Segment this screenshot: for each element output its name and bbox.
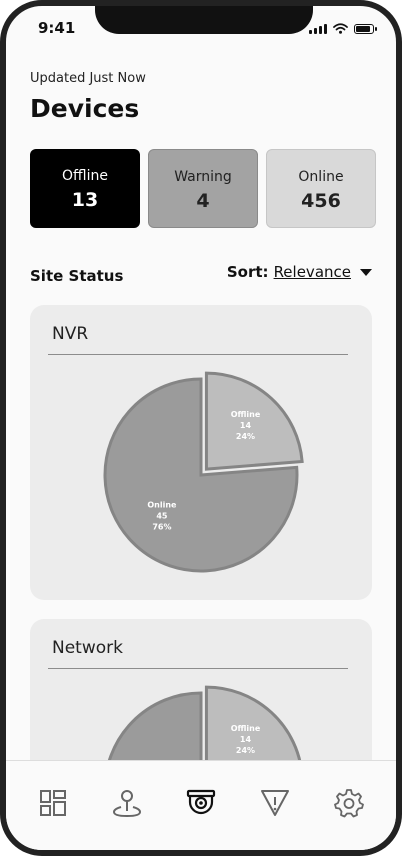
wifi-icon <box>333 23 348 34</box>
stat-value: 4 <box>196 190 210 212</box>
updated-text: Updated Just Now <box>30 71 146 86</box>
settings-icon <box>334 789 364 818</box>
tab-settings[interactable] <box>329 783 369 823</box>
stat-value: 13 <box>71 189 99 211</box>
tab-cameras[interactable] <box>181 783 221 823</box>
phone-frame: 9:41 Updated Just Now Devices Offline 13… <box>0 0 402 856</box>
pie-label-online: 45 <box>156 511 168 520</box>
status-icons <box>309 23 377 34</box>
signal-icon <box>309 23 327 34</box>
map-pin-icon <box>112 790 142 818</box>
camera-icon <box>186 789 216 815</box>
dashboard-icon <box>40 790 66 816</box>
pie-label-offline: 14 <box>240 421 252 430</box>
pie-label-offline: Offline <box>231 724 261 733</box>
sort-value[interactable]: Relevance <box>274 263 351 281</box>
pie-label-offline: 24% <box>236 432 255 441</box>
pie-label-offline: Offline <box>231 410 261 419</box>
stat-warning-card[interactable]: Warning 4 <box>148 149 258 228</box>
tab-dashboard[interactable] <box>33 783 73 823</box>
section-title: Site Status <box>30 267 124 285</box>
pie-label-offline: 24% <box>236 746 255 755</box>
stat-online-card[interactable]: Online 456 <box>266 149 376 228</box>
stat-offline-card[interactable]: Offline 13 <box>30 149 140 228</box>
tab-alerts[interactable] <box>255 783 295 823</box>
pie-chart: Offline 14 24% Online 45 76% <box>103 371 304 573</box>
caret-down-icon[interactable] <box>360 268 372 276</box>
pie-label-offline: 14 <box>240 735 252 744</box>
sort-dropdown[interactable]: Sort: Relevance <box>227 263 372 281</box>
stat-label: Warning <box>174 169 232 185</box>
alert-icon <box>261 790 289 816</box>
notch <box>95 6 313 34</box>
pie-label-online: 76% <box>152 522 171 531</box>
stat-value: 456 <box>301 190 341 212</box>
stat-label: Online <box>298 169 344 185</box>
pie-label-online: Online <box>147 500 177 509</box>
tab-bar <box>6 760 396 850</box>
site-card-nvr[interactable]: NVR Offline 14 24% Online 45 76% <box>30 305 372 600</box>
sort-label: Sort: <box>226 263 269 281</box>
tab-map[interactable] <box>107 783 147 823</box>
pie-slice-offline <box>204 371 304 471</box>
page-title: Devices <box>30 94 140 123</box>
battery-icon <box>354 23 377 34</box>
stat-label: Offline <box>62 168 108 184</box>
status-time: 9:41 <box>38 19 76 37</box>
